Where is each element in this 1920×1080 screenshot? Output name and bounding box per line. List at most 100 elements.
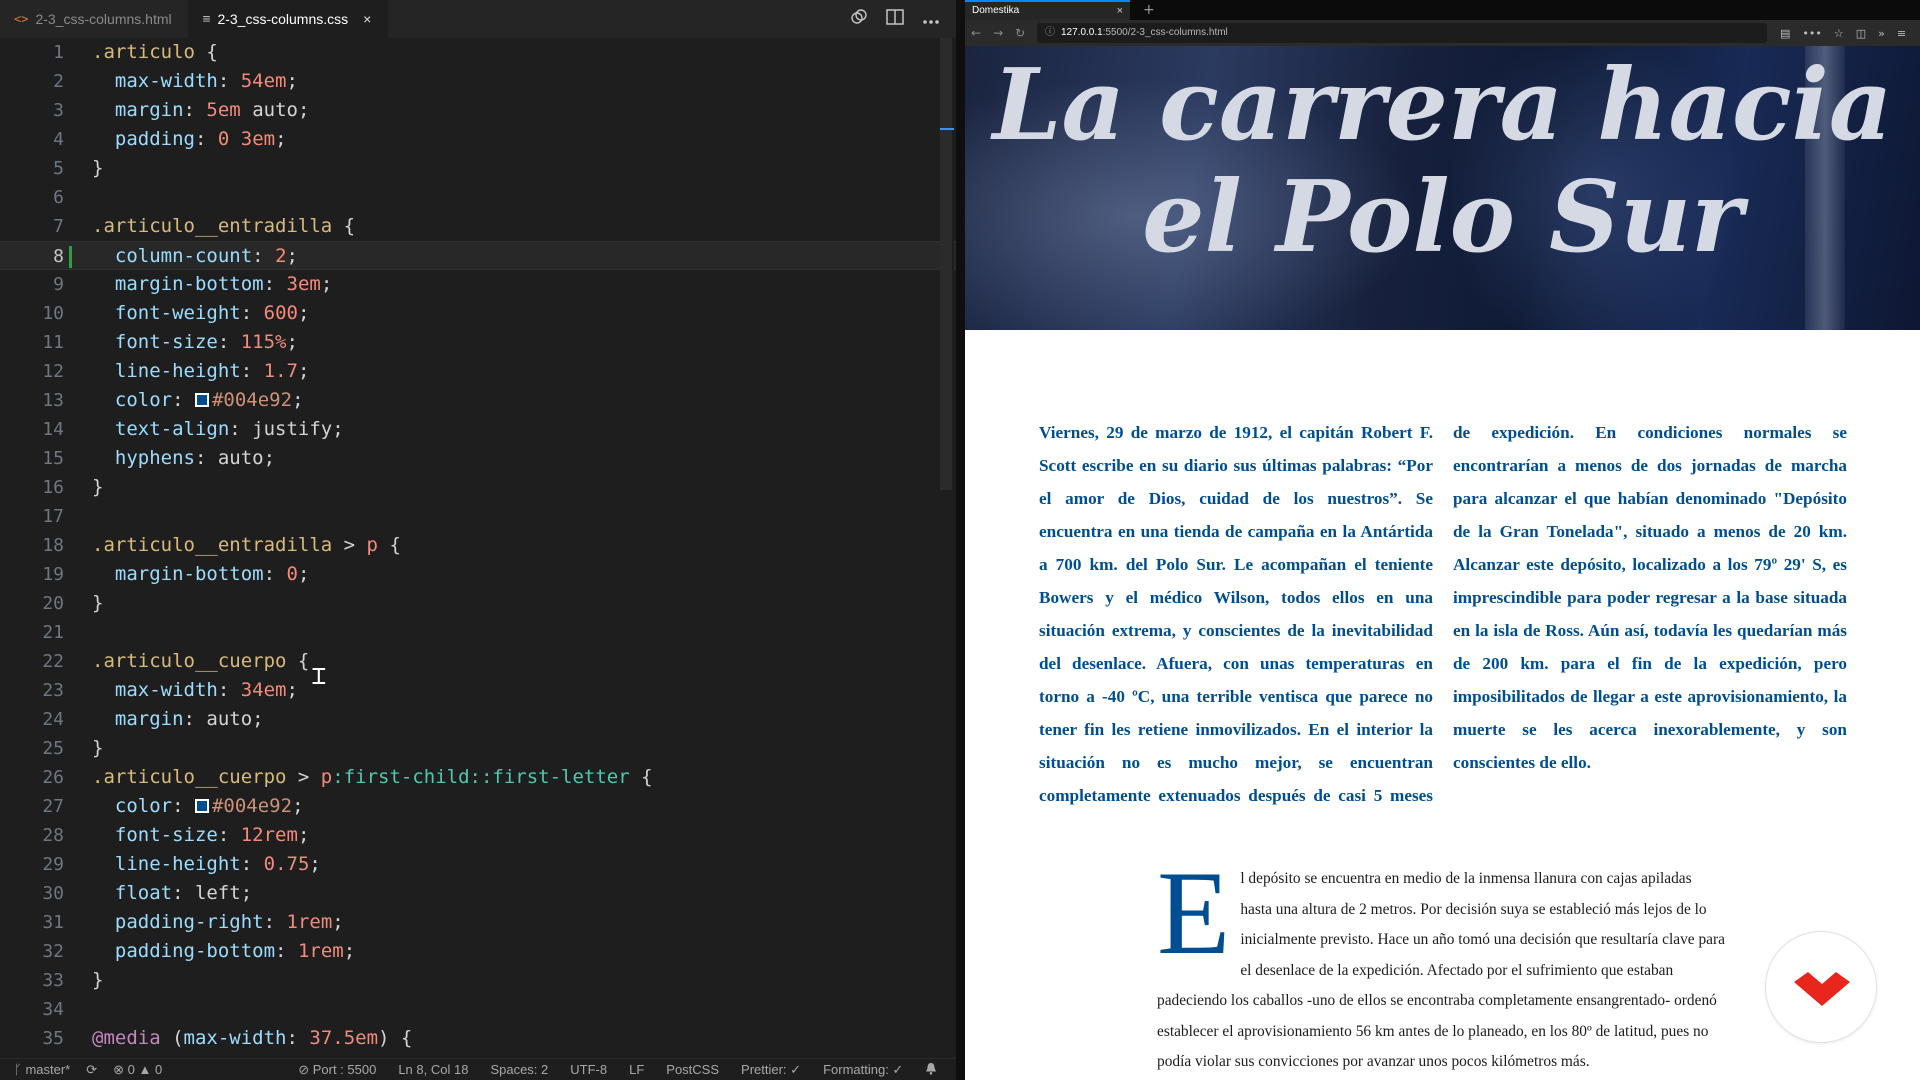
code-line[interactable]: 12 line-height: 1.7;	[0, 357, 956, 386]
color-swatch[interactable]	[194, 393, 209, 407]
line-number: 28	[42, 825, 64, 846]
git-branch[interactable]: ᚴ master*	[14, 1062, 70, 1077]
domestika-logo-badge[interactable]	[1765, 931, 1877, 1043]
code-line[interactable]: 7 .articulo__entradilla {	[0, 212, 956, 241]
notifications-bell-icon[interactable]	[925, 1062, 937, 1078]
article-lede: Viernes, 29 de marzo de 1912, el capitán…	[1039, 423, 1847, 805]
back-icon[interactable]: ←	[971, 26, 981, 40]
tab-html-file[interactable]: <> 2-3_css-columns.html	[0, 0, 189, 38]
code-line[interactable]: 33}	[0, 966, 956, 995]
code-line[interactable]: 32 padding-bottom: 1rem;	[0, 937, 956, 966]
line-number: 7	[53, 216, 64, 237]
problems-indicator[interactable]: ⊗ 0 ▲ 0	[113, 1062, 162, 1078]
domestika-logo-icon	[1794, 972, 1850, 1006]
code-text: padding-right: 1rem;	[114, 911, 344, 933]
code-line[interactable]: 24 margin: auto;	[0, 705, 956, 734]
drop-cap: E	[1157, 846, 1231, 979]
browser-tab-bar: Domestika × +	[965, 0, 1920, 20]
code-line[interactable]: 8 column-count: 2;	[0, 241, 956, 270]
code-line[interactable]: 15 hyphens: auto;	[0, 444, 956, 473]
line-number: 30	[42, 883, 64, 904]
browser-tab-domestika[interactable]: Domestika ×	[965, 0, 1130, 20]
code-text: }	[92, 737, 104, 759]
forward-icon[interactable]: →	[993, 26, 1003, 40]
code-text: .articulo__entradilla > p {	[92, 534, 401, 556]
pocket-icon[interactable]: ◫	[1856, 27, 1866, 40]
article-body: El depósito se encuentra en medio de la …	[1157, 846, 1727, 1078]
code-line[interactable]: 13 color: #004e92;	[0, 386, 956, 415]
encoding[interactable]: UTF-8	[570, 1062, 607, 1077]
indentation[interactable]: Spaces: 2	[490, 1062, 548, 1077]
code-line[interactable]: 29 line-height: 0.75;	[0, 850, 956, 879]
code-line[interactable]: 18 .articulo__entradilla > p {	[0, 531, 956, 560]
more-actions-icon[interactable]	[922, 10, 940, 29]
compare-icon[interactable]	[850, 8, 868, 30]
code-line[interactable]: 25}	[0, 734, 956, 763]
css-file-icon: ≡	[202, 11, 211, 27]
close-icon[interactable]: ×	[363, 11, 371, 27]
code-line[interactable]: 4 padding: 0 3em;	[0, 125, 956, 154]
code-line[interactable]: 14 text-align: justify;	[0, 415, 956, 444]
bookmark-star-icon[interactable]: ☆	[1834, 27, 1844, 40]
code-line[interactable]: 22 .articulo__cuerpo {	[0, 647, 956, 676]
new-tab-button[interactable]: +	[1143, 0, 1155, 20]
line-number: 4	[53, 129, 64, 150]
tab-label: 2-3_css-columns.html	[35, 11, 172, 27]
site-info-icon[interactable]: ⓘ	[1045, 23, 1055, 43]
line-number: 29	[42, 854, 64, 875]
line-number: 15	[42, 448, 64, 469]
code-line[interactable]: 34	[0, 995, 956, 1024]
code-line[interactable]: 1 .articulo {	[0, 38, 956, 67]
page-actions-icon[interactable]: •••	[1802, 27, 1821, 40]
code-line[interactable]: 5}	[0, 154, 956, 183]
formatting-status[interactable]: Formatting: ✓	[823, 1062, 903, 1078]
tab-label: 2-3_css-columns.css	[217, 11, 349, 27]
url-host: 127.0.0.1	[1061, 27, 1103, 38]
scrollbar-thumb[interactable]	[940, 38, 952, 490]
code-line[interactable]: 26 .articulo__cuerpo > p:first-child::fir…	[0, 763, 956, 792]
code-line[interactable]: 23 max-width: 34em;	[0, 676, 956, 705]
code-area[interactable]: 1 .articulo { 2 max-width: 54em; 3 margin: …	[0, 38, 956, 1058]
line-number: 1	[53, 42, 64, 63]
tab-css-file[interactable]: ≡ 2-3_css-columns.css ×	[188, 0, 389, 38]
code-line[interactable]: 30 float: left;	[0, 879, 956, 908]
close-tab-icon[interactable]: ×	[1117, 2, 1123, 20]
menu-icon[interactable]: ≡	[1897, 27, 1906, 40]
code-line[interactable]: 20}	[0, 589, 956, 618]
code-line[interactable]: 27 color: #004e92;	[0, 792, 956, 821]
code-line[interactable]: 11 font-size: 115%;	[0, 328, 956, 357]
cursor-position[interactable]: Ln 8, Col 18	[398, 1062, 468, 1077]
color-swatch[interactable]	[194, 799, 209, 813]
code-line[interactable]: 35 @media (max-width: 37.5em) {	[0, 1024, 956, 1053]
code-line[interactable]: 2 max-width: 54em;	[0, 67, 956, 96]
code-text: padding-bottom: 1rem;	[114, 940, 356, 962]
code-line[interactable]: 28 font-size: 12rem;	[0, 821, 956, 850]
code-line[interactable]: 16}	[0, 473, 956, 502]
code-text: line-height: 1.7;	[114, 360, 310, 382]
code-line[interactable]: 21	[0, 618, 956, 647]
code-text: .articulo {	[92, 41, 218, 63]
overflow-chevron-icon[interactable]: »	[1878, 27, 1885, 40]
end-of-line[interactable]: LF	[629, 1062, 644, 1077]
live-server-port[interactable]: ⊘ Port : 5500	[298, 1062, 376, 1078]
code-line[interactable]: 3 margin: 5em auto;	[0, 96, 956, 125]
address-bar[interactable]: ⓘ 127.0.0.1:5500/2-3_css-columns.html	[1037, 23, 1767, 43]
line-number: 21	[42, 622, 64, 643]
code-line[interactable]: 9 margin-bottom: 3em;	[0, 270, 956, 299]
pane-divider[interactable]	[956, 0, 965, 1080]
sync-icon[interactable]: ⟳	[86, 1062, 97, 1078]
language-mode[interactable]: PostCSS	[666, 1062, 719, 1077]
line-number: 22	[42, 651, 64, 672]
reader-view-icon[interactable]: ▤	[1780, 27, 1790, 40]
code-text: @media (max-width: 37.5em) {	[92, 1027, 413, 1049]
branch-icon: ᚴ	[14, 1062, 22, 1077]
code-line[interactable]: 6	[0, 183, 956, 212]
split-editor-icon[interactable]	[886, 9, 904, 29]
reload-icon[interactable]: ↻	[1015, 26, 1025, 40]
code-line[interactable]: 19 margin-bottom: 0;	[0, 560, 956, 589]
code-line[interactable]: 10 font-weight: 600;	[0, 299, 956, 328]
code-line[interactable]: 31 padding-right: 1rem;	[0, 908, 956, 937]
page-viewport[interactable]: La carrera hacia el Polo Sur Viernes, 29…	[965, 46, 1920, 1080]
code-line[interactable]: 17	[0, 502, 956, 531]
prettier-status[interactable]: Prettier: ✓	[741, 1062, 801, 1078]
